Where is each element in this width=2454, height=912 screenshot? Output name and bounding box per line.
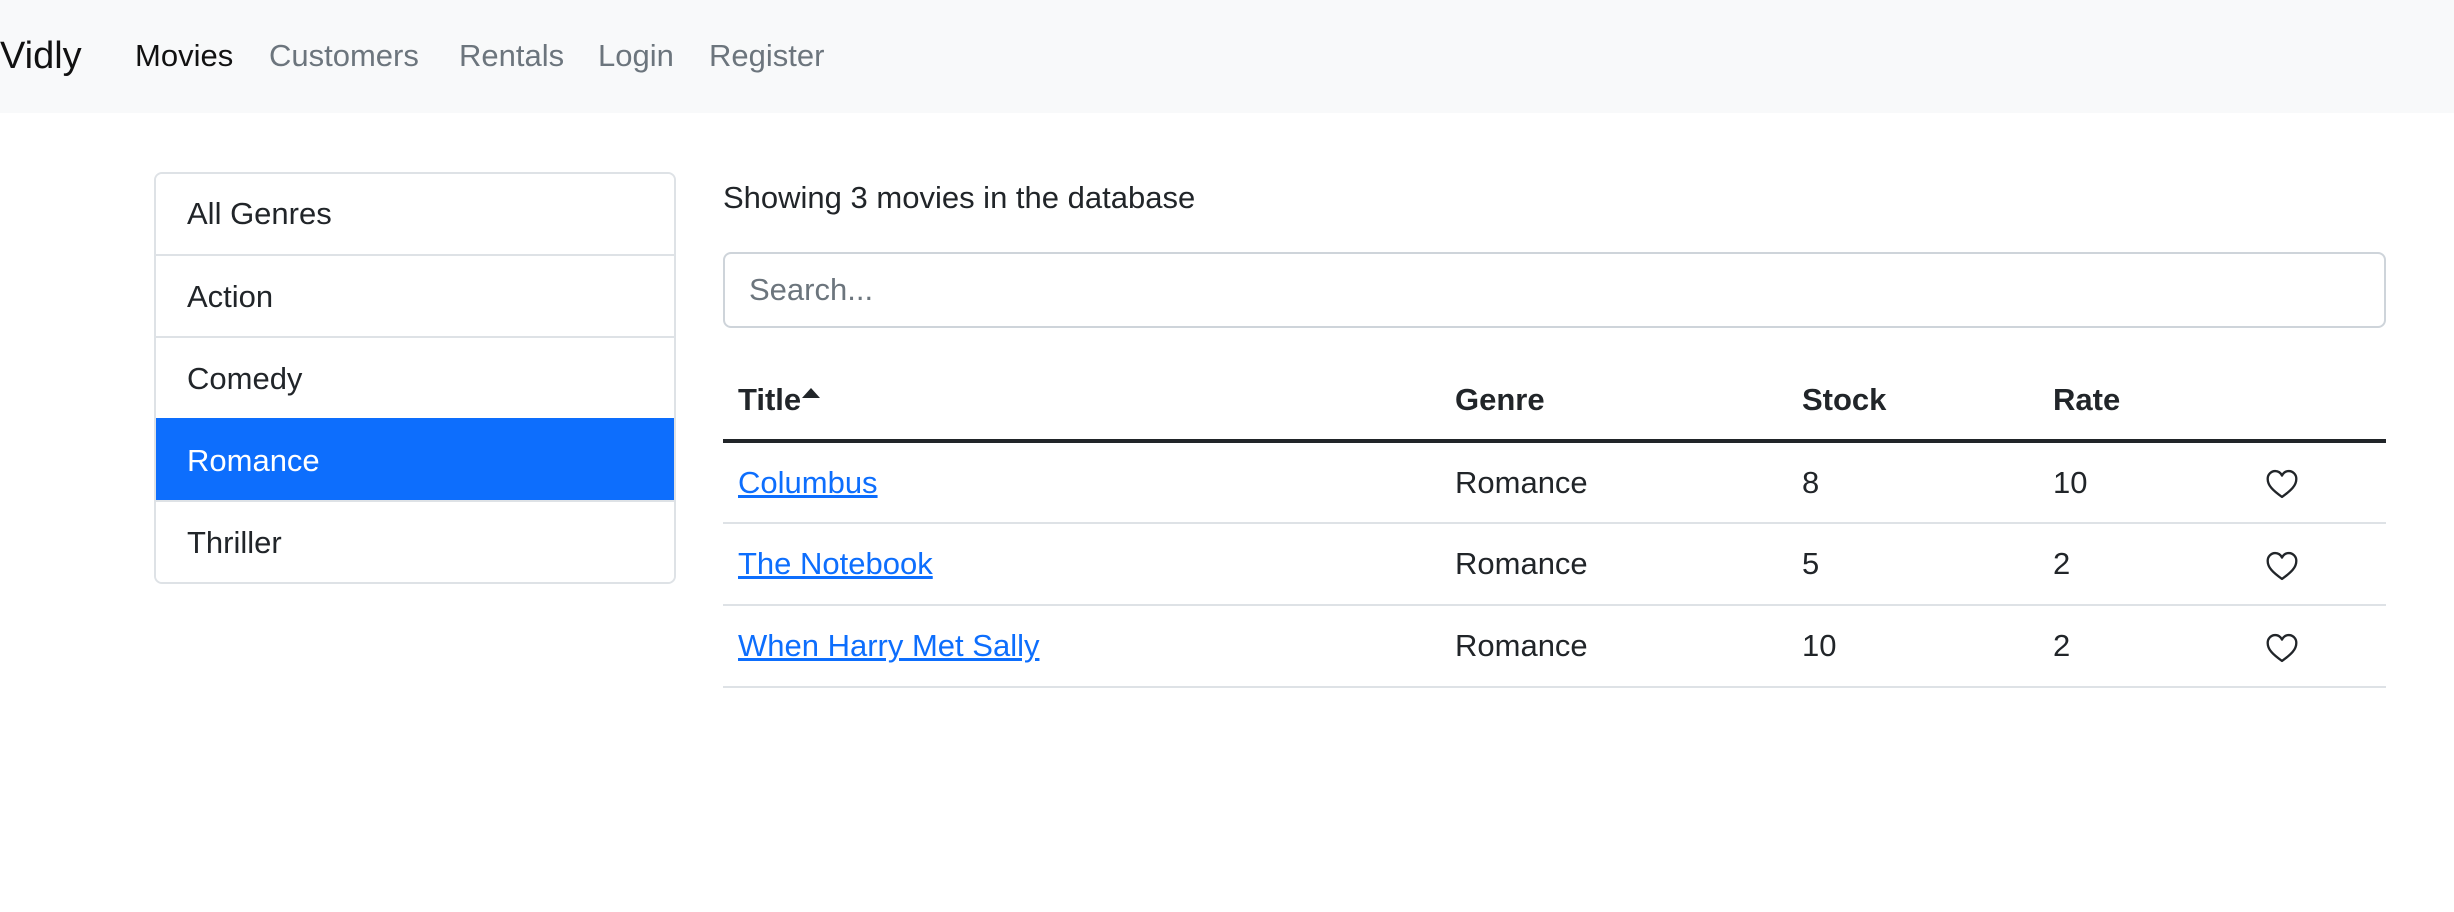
heart-outline-icon[interactable] [2265,551,2299,581]
heart-outline-icon[interactable] [2265,469,2299,499]
nav-link-movies[interactable]: Movies [135,38,233,74]
cell-genre: Romance [1440,523,1787,606]
cell-like [2250,441,2386,524]
brand-logo[interactable]: Vidly [0,34,82,78]
cell-title: Columbus [723,441,1440,524]
genre-item-all-genres[interactable]: All Genres [156,174,674,254]
genre-item-romance[interactable]: Romance [156,418,674,500]
movie-count-text: Showing 3 movies in the database [723,180,1196,215]
genre-list: All Genres Action Comedy Romance Thrille… [154,172,676,584]
genre-item-thriller[interactable]: Thriller [156,500,674,582]
navbar: Vidly Movies Customers Rentals Login Reg… [0,0,2454,113]
genre-item-action[interactable]: Action [156,254,674,336]
movie-title-link[interactable]: When Harry Met Sally [738,628,1039,663]
cell-rate: 10 [2038,441,2250,524]
sort-asc-icon [802,388,821,398]
movie-title-link[interactable]: The Notebook [738,546,933,581]
genre-item-comedy[interactable]: Comedy [156,336,674,418]
cell-title: The Notebook [723,523,1440,606]
column-header-like [2250,361,2386,443]
cell-stock: 10 [1787,605,2038,688]
search-input[interactable] [723,252,2386,328]
cell-genre: Romance [1440,605,1787,688]
table-row: The Notebook Romance 5 2 [723,523,2386,606]
nav-link-login[interactable]: Login [598,38,674,74]
column-header-rate[interactable]: Rate [2038,361,2250,443]
cell-like [2250,605,2386,688]
cell-rate: 2 [2038,523,2250,606]
nav-link-register[interactable]: Register [709,38,824,74]
table-header-row: Title Genre Stock Rate [723,361,2386,443]
column-header-stock[interactable]: Stock [1787,361,2038,443]
cell-like [2250,523,2386,606]
movies-table: Title Genre Stock Rate Columbus Romance … [723,361,2386,688]
heart-outline-icon[interactable] [2265,633,2299,663]
cell-stock: 5 [1787,523,2038,606]
cell-genre: Romance [1440,441,1787,524]
nav-link-customers[interactable]: Customers [269,38,419,74]
column-header-genre[interactable]: Genre [1440,361,1787,443]
table-row: Columbus Romance 8 10 [723,441,2386,524]
nav-link-rentals[interactable]: Rentals [459,38,564,74]
cell-title: When Harry Met Sally [723,605,1440,688]
column-header-title-label: Title [738,382,802,417]
cell-rate: 2 [2038,605,2250,688]
movie-title-link[interactable]: Columbus [738,465,878,500]
table-row: When Harry Met Sally Romance 10 2 [723,605,2386,688]
cell-stock: 8 [1787,441,2038,524]
column-header-title[interactable]: Title [723,361,1440,443]
